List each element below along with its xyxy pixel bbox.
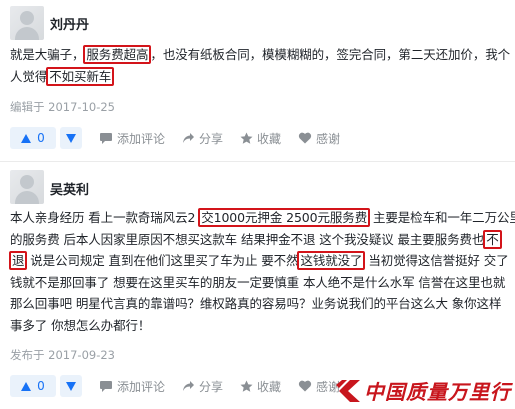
text-segment: 人觉得 xyxy=(10,68,48,84)
comment-actions: 0 添加评论 分享 收藏 感谢 xyxy=(10,126,340,150)
add-comment-button[interactable]: 添加评论 xyxy=(99,130,165,147)
text-segment: 主要是检车和一年二万公里 xyxy=(369,210,515,225)
comment-icon xyxy=(100,380,112,392)
highlighted-text: 退 xyxy=(9,251,28,270)
comment-line: 那么回事吧 明星代言真的靠谱吗？维权路真的容易吗？业务说我们的平台这么大 象你这… xyxy=(10,293,510,315)
comment-actions: 0 添加评论 分享 收藏 感谢 xyxy=(10,374,340,398)
text-segment: 的服务费 后本人因家里原因不想买这款车 结果押金不退 这个我没疑议 最主要服务费… xyxy=(10,231,485,247)
share-button[interactable]: 分享 xyxy=(182,378,223,395)
thumbs-up-icon xyxy=(21,381,32,391)
thanks-label: 感谢 xyxy=(316,131,341,146)
comment-icon xyxy=(100,132,112,144)
comment-line: 的服务费 后本人因家里原因不想买这款车 结果押金不退 这个我没疑议 最主要服务费… xyxy=(10,229,510,251)
avatar[interactable] xyxy=(10,6,44,40)
comment-line: 钱就不是那回事了 想要在这里买车的朋友一定要慎重 本人绝不是什么水军 信誉在这里… xyxy=(10,272,510,294)
divider xyxy=(0,161,515,162)
avatar[interactable] xyxy=(10,170,44,204)
favorite-button[interactable]: 收藏 xyxy=(240,378,281,395)
share-label: 分享 xyxy=(199,131,224,146)
star-icon xyxy=(240,380,253,392)
text-segment: 说是公司规定 直到在他们这里买了车为止 要不然 xyxy=(26,253,299,268)
highlighted-text: 不如买新车 xyxy=(46,66,115,86)
watermark-text: 中国质量万里行 xyxy=(364,380,511,404)
comment-line: 退 说是公司规定 直到在他们这里买了车为止 要不然 这钱就没了 当初觉得这信誉挺好… xyxy=(9,250,510,272)
comment-line: 本人亲身经历 看上一款奇瑞风云2 交1000元押金 2500元服务费 主要是检车… xyxy=(10,207,515,229)
comment-date: 发布于 2017-09-23 xyxy=(10,348,115,362)
share-icon xyxy=(183,132,195,143)
thumbs-down-icon xyxy=(66,381,76,391)
upvote-count: 0 xyxy=(37,379,45,393)
comment-line: 就是大骗子， 服务费超高 ，也没有纸板合同，模模糊糊的，签完合同，第二天还加价，我个 xyxy=(10,44,510,66)
share-label: 分享 xyxy=(199,379,224,394)
text-segment: 钱就不是那回事了 想要在这里买车的朋友一定要慎重 本人绝不是什么水军 信誉在这里… xyxy=(10,274,506,290)
thumbs-down-icon xyxy=(66,133,76,143)
add-comment-button[interactable]: 添加评论 xyxy=(99,378,165,395)
highlighted-text: 这钱就没了 xyxy=(297,251,366,270)
highlighted-text: 交1000元押金 2500元服务费 xyxy=(198,208,371,227)
username[interactable]: 吴英利 xyxy=(50,179,89,198)
watermark-logo-icon xyxy=(336,379,360,402)
thanks-button[interactable]: 感谢 xyxy=(298,378,340,395)
favorite-label: 收藏 xyxy=(257,379,282,394)
highlighted-text: 不 xyxy=(483,229,502,249)
upvote-count: 0 xyxy=(37,131,45,145)
text-segment: 就是大骗子， xyxy=(10,47,85,62)
add-comment-label: 添加评论 xyxy=(117,131,166,146)
comment-text: 就是大骗子， 服务费超高 ，也没有纸板合同，模模糊糊的，签完合同，第二天还加价，我个… xyxy=(10,44,510,87)
star-icon xyxy=(240,132,253,144)
text-segment: 当初觉得这信誉挺好 交了 xyxy=(364,253,509,268)
username[interactable]: 刘丹丹 xyxy=(50,14,89,33)
comment-line: 人觉得 不如买新车 xyxy=(10,66,510,88)
comment-date: 编辑于 2017-10-25 xyxy=(10,100,115,114)
downvote-button[interactable] xyxy=(60,127,82,149)
comment-text: 本人亲身经历 看上一款奇瑞风云2 交1000元押金 2500元服务费 主要是检车… xyxy=(9,207,515,337)
comment-line: 事多了 你想怎么办都行！ xyxy=(10,315,510,337)
text-segment: 那么回事吧 明星代言真的靠谱吗？维权路真的容易吗？业务说我们的平台这么大 象你这… xyxy=(10,296,502,311)
text-segment: 事多了 你想怎么办都行！ xyxy=(10,317,151,333)
favorite-label: 收藏 xyxy=(257,131,282,146)
watermark: 中国质量万里行 xyxy=(336,376,511,405)
thumbs-up-icon xyxy=(21,133,32,143)
text-segment: 本人亲身经历 看上一款奇瑞风云2 xyxy=(10,210,200,225)
heart-icon xyxy=(298,132,312,144)
share-button[interactable]: 分享 xyxy=(182,130,223,147)
add-comment-label: 添加评论 xyxy=(117,379,166,394)
share-icon xyxy=(183,380,195,391)
highlighted-text: 服务费超高 xyxy=(83,45,152,64)
text-segment: ，也没有纸板合同，模模糊糊的，签完合同，第二天还加价，我个 xyxy=(150,47,511,62)
upvote-button[interactable]: 0 xyxy=(10,375,56,397)
heart-icon xyxy=(298,380,312,392)
thanks-button[interactable]: 感谢 xyxy=(298,130,340,147)
upvote-button[interactable]: 0 xyxy=(10,127,56,149)
favorite-button[interactable]: 收藏 xyxy=(240,130,281,147)
downvote-button[interactable] xyxy=(60,375,82,397)
